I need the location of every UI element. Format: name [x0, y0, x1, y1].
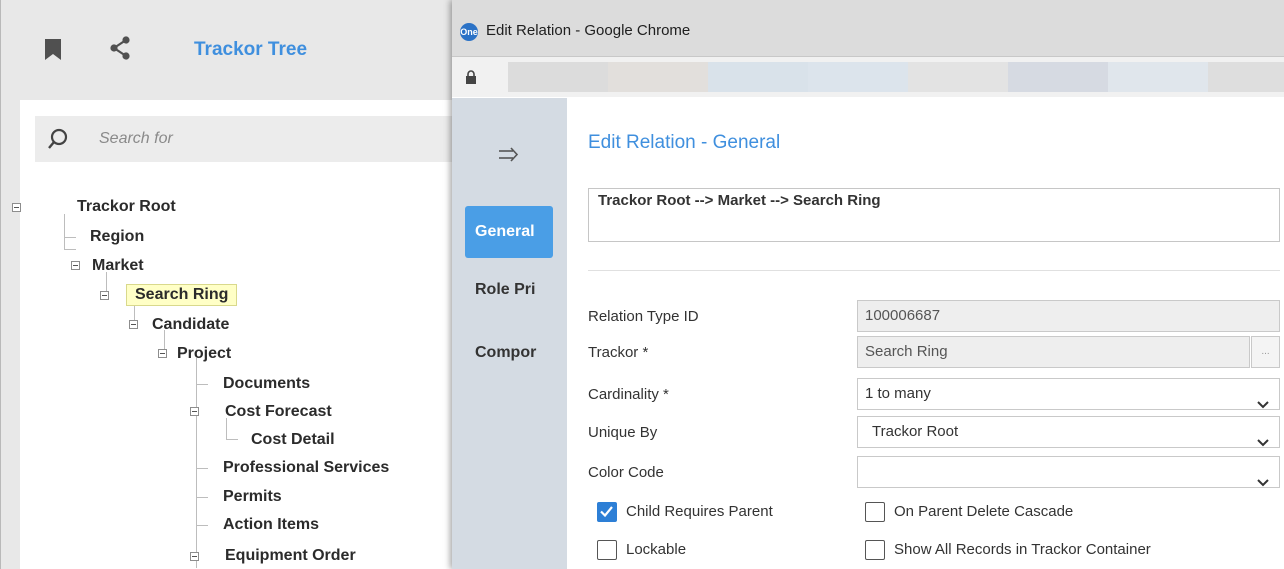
tree-connector — [196, 468, 208, 469]
on-parent-delete-cascade-label: On Parent Delete Cascade — [894, 503, 1074, 520]
address-bar[interactable] — [452, 57, 1284, 97]
lockable-label: Lockable — [626, 541, 687, 558]
tree-connector — [196, 384, 208, 385]
address-url-blurred — [708, 62, 808, 92]
cardinality-value: 1 to many — [865, 385, 931, 402]
section-title: Edit Relation - General — [588, 132, 781, 153]
tree-node-region[interactable]: Region — [90, 226, 144, 248]
tree-body: Trackor Root Region Market Search Ring C… — [12, 100, 453, 569]
checkbox-checked-icon[interactable] — [597, 502, 617, 522]
tree-node-cost-detail[interactable]: Cost Detail — [251, 429, 335, 451]
tree-connector — [64, 237, 76, 238]
collapse-toggle[interactable] — [71, 261, 80, 270]
color-code-label: Color Code — [588, 464, 664, 481]
address-url-blurred — [608, 62, 708, 92]
tab-role-privileges[interactable]: Role Pri — [465, 264, 553, 316]
relation-type-id-label: Relation Type ID — [588, 308, 699, 325]
checkbox-unchecked-icon[interactable] — [597, 540, 617, 560]
tree-connector — [64, 249, 76, 250]
tree-node-project[interactable]: Project — [177, 343, 231, 365]
unique-by-value: Trackor Root — [872, 423, 959, 440]
relation-path-textarea[interactable]: Trackor Root --> Market --> Search Ring — [588, 188, 1280, 242]
unique-by-select[interactable]: Trackor Root — [857, 416, 1280, 448]
address-url-blurred — [1008, 62, 1108, 92]
unique-by-label: Unique By — [588, 424, 658, 441]
tree-connector — [196, 525, 208, 526]
collapse-toggle[interactable] — [190, 552, 199, 561]
tree-node-cost-forecast[interactable]: Cost Forecast — [225, 401, 332, 423]
share-icon[interactable] — [109, 36, 131, 65]
relation-type-id-field: 100006687 — [857, 300, 1280, 332]
tree-node-permits[interactable]: Permits — [223, 486, 282, 508]
tree-node-professional-services[interactable]: Professional Services — [223, 457, 389, 479]
tab-general[interactable]: General — [465, 206, 553, 258]
collapse-toggle[interactable] — [100, 291, 109, 300]
bookmark-icon[interactable] — [43, 38, 63, 67]
checkbox-unchecked-icon[interactable] — [865, 502, 885, 522]
cardinality-select[interactable]: 1 to many — [857, 378, 1280, 410]
tree-node-documents[interactable]: Documents — [223, 373, 310, 395]
trackor-lookup-button[interactable]: ... — [1251, 336, 1280, 368]
lock-icon — [465, 70, 477, 89]
address-url-blurred — [1108, 62, 1208, 92]
tree-connector — [226, 439, 238, 440]
tree-node-market[interactable]: Market — [92, 255, 144, 277]
collapse-toggle[interactable] — [129, 320, 138, 329]
tree-header: Trackor Tree — [1, 0, 453, 100]
expand-menu-icon[interactable] — [498, 146, 520, 169]
side-nav: General Role Pri Compor — [452, 98, 567, 569]
chevron-down-icon — [1257, 428, 1269, 458]
trackor-tree: Trackor Root Region Market Search Ring C… — [12, 100, 453, 569]
address-url-blurred — [1208, 62, 1284, 92]
cardinality-label: Cardinality * — [588, 386, 669, 403]
collapse-toggle[interactable] — [158, 349, 167, 358]
color-code-select[interactable] — [857, 456, 1280, 488]
address-url-blurred — [508, 62, 608, 92]
tree-connector — [196, 358, 197, 568]
trackor-tree-panel: Trackor Tree Search for Trackor Root Reg… — [0, 0, 453, 569]
address-url-blurred — [908, 62, 1008, 92]
window-titlebar[interactable]: One Edit Relation - Google Chrome — [452, 0, 1284, 57]
edit-relation-window: One Edit Relation - Google Chrome Genera… — [452, 0, 1284, 569]
collapse-toggle[interactable] — [190, 407, 199, 416]
tree-node-search-ring[interactable]: Search Ring — [126, 284, 238, 306]
child-requires-parent-label: Child Requires Parent — [626, 503, 773, 520]
tree-title: Trackor Tree — [194, 39, 308, 60]
divider — [588, 270, 1280, 271]
show-all-records-label: Show All Records in Trackor Container — [894, 541, 1151, 558]
tree-connector — [64, 214, 65, 249]
collapse-toggle[interactable] — [12, 203, 21, 212]
tree-node-equipment-order[interactable]: Equipment Order — [225, 545, 356, 567]
tree-node-trackor-root[interactable]: Trackor Root — [77, 196, 176, 218]
checkbox-unchecked-icon[interactable] — [865, 540, 885, 560]
tree-connector — [196, 497, 208, 498]
chevron-down-icon — [1257, 468, 1269, 498]
tree-node-action-items[interactable]: Action Items — [223, 514, 319, 536]
address-url-blurred — [808, 62, 908, 92]
app-logo-icon: One — [460, 23, 478, 41]
edit-relation-form: Edit Relation - General Trackor Root -->… — [567, 98, 1284, 569]
window-title: Edit Relation - Google Chrome — [486, 22, 691, 39]
tab-components[interactable]: Compor — [465, 327, 553, 379]
trackor-field: Search Ring — [857, 336, 1250, 368]
tree-node-candidate[interactable]: Candidate — [152, 314, 229, 336]
trackor-label: Trackor * — [588, 344, 649, 361]
